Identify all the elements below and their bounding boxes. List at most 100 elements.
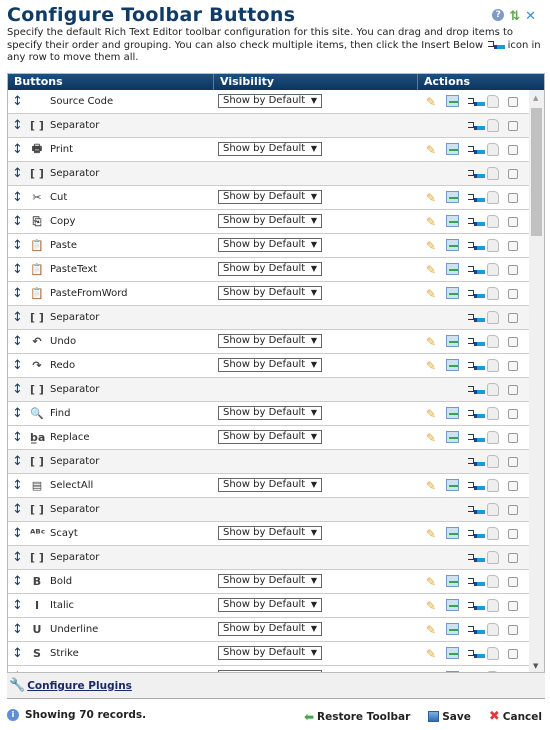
drag-handle-icon[interactable]: ↕ [12,550,23,565]
insert-below-icon[interactable] [466,193,485,203]
delete-icon[interactable] [487,551,499,564]
edit-icon[interactable]: ✎ [426,95,436,109]
scroll-up-icon[interactable]: ▲ [533,94,538,102]
drag-handle-icon[interactable]: ↕ [12,334,23,349]
visibility-select[interactable]: Show by Default ▼ [218,358,322,372]
insert-above-icon[interactable] [446,623,459,635]
insert-above-icon[interactable] [446,263,459,275]
table-row[interactable]: ↕ [ ] Separator [8,162,530,186]
drag-handle-icon[interactable]: ↕ [12,166,23,181]
visibility-select[interactable]: Show by Default ▼ [218,238,322,252]
drag-handle-icon[interactable]: ↕ [12,382,23,397]
insert-above-icon[interactable] [446,191,459,203]
insert-above-icon[interactable] [446,527,459,539]
visibility-select[interactable]: Show by Default ▼ [218,142,322,156]
insert-below-icon[interactable] [466,361,485,371]
drag-handle-icon[interactable]: ↕ [12,622,23,637]
insert-above-icon[interactable] [446,575,459,587]
insert-below-icon[interactable] [466,121,485,131]
drag-handle-icon[interactable]: ↕ [12,262,23,277]
table-row[interactable]: ↕ [ ] Separator [8,546,530,570]
visibility-select[interactable]: Show by Default ▼ [218,286,322,300]
scrollbar[interactable]: ▲ ▼ [529,90,544,672]
drag-handle-icon[interactable]: ↕ [12,502,23,517]
delete-icon[interactable] [487,599,499,612]
refresh-icon[interactable]: ⇅ [509,9,520,24]
edit-icon[interactable]: ✎ [426,479,436,493]
visibility-select[interactable]: Show by Default ▼ [218,598,322,612]
insert-below-icon[interactable] [466,145,485,155]
row-checkbox[interactable] [508,121,518,131]
edit-icon[interactable]: ✎ [426,239,436,253]
edit-icon[interactable]: ✎ [426,143,436,157]
drag-handle-icon[interactable]: ↕ [12,574,23,589]
visibility-select[interactable]: Show by Default ▼ [218,526,322,540]
scrollbar-thumb[interactable] [531,108,542,236]
table-row[interactable]: ↕ ▼✎ [8,666,530,672]
insert-below-icon[interactable] [466,241,485,251]
restore-toolbar-button[interactable]: ⬅ Restore Toolbar [304,709,410,724]
table-row[interactable]: ↕ U Underline Show by Default ▼ ✎ [8,618,530,642]
drag-handle-icon[interactable]: ↕ [12,598,23,613]
insert-below-icon[interactable] [466,313,485,323]
drag-handle-icon[interactable]: ↕ [12,238,23,253]
insert-below-icon[interactable] [466,553,485,563]
drag-handle-icon[interactable]: ↕ [12,142,23,157]
delete-icon[interactable] [487,503,499,516]
table-row[interactable]: ↕ 📋 PasteFromWord Show by Default ▼ ✎ [8,282,530,306]
delete-icon[interactable] [487,359,499,372]
drag-handle-icon[interactable]: ↕ [12,478,23,493]
edit-icon[interactable]: ✎ [426,287,436,301]
table-row[interactable]: ↕ B Bold Show by Default ▼ ✎ [8,570,530,594]
delete-icon[interactable] [487,479,499,492]
table-row[interactable]: ↕ ▤ SelectAll Show by Default ▼ ✎ [8,474,530,498]
delete-icon[interactable] [487,119,499,132]
delete-icon[interactable] [487,191,499,204]
insert-below-icon[interactable] [466,625,485,635]
edit-icon[interactable]: ✎ [426,527,436,541]
insert-below-icon[interactable] [466,457,485,467]
delete-icon[interactable] [487,623,499,636]
delete-icon[interactable] [487,239,499,252]
drag-handle-icon[interactable]: ↕ [12,310,23,325]
edit-icon[interactable]: ✎ [426,191,436,205]
row-checkbox[interactable] [508,145,518,155]
table-row[interactable]: ↕ [ ] Separator [8,378,530,402]
insert-above-icon[interactable] [446,287,459,299]
row-checkbox[interactable] [508,457,518,467]
drag-handle-icon[interactable]: ↕ [12,94,23,109]
delete-icon[interactable] [487,455,499,468]
insert-above-icon[interactable] [446,95,459,107]
delete-icon[interactable] [487,383,499,396]
row-checkbox[interactable] [508,241,518,251]
row-checkbox[interactable] [508,553,518,563]
insert-below-icon[interactable] [466,505,485,515]
delete-icon[interactable] [487,407,499,420]
visibility-select[interactable]: Show by Default ▼ [218,94,322,108]
table-row[interactable]: ↕ Source Code Show by Default ▼ ✎ [8,90,530,114]
drag-handle-icon[interactable]: ↕ [12,358,23,373]
insert-above-icon[interactable] [446,431,459,443]
insert-below-icon[interactable] [466,169,485,179]
insert-below-icon[interactable] [466,577,485,587]
insert-above-icon[interactable] [446,647,459,659]
delete-icon[interactable] [487,335,499,348]
visibility-select[interactable]: Show by Default ▼ [218,214,322,228]
delete-icon[interactable] [487,431,499,444]
row-checkbox[interactable] [508,529,518,539]
edit-icon[interactable]: ✎ [426,263,436,277]
edit-icon[interactable]: ✎ [426,335,436,349]
edit-icon[interactable]: ✎ [426,647,436,661]
visibility-select[interactable]: Show by Default ▼ [218,190,322,204]
row-checkbox[interactable] [508,649,518,659]
delete-icon[interactable] [487,527,499,540]
delete-icon[interactable] [487,311,499,324]
visibility-select[interactable]: Show by Default ▼ [218,430,322,444]
delete-icon[interactable] [487,287,499,300]
row-checkbox[interactable] [508,433,518,443]
row-checkbox[interactable] [508,97,518,107]
delete-icon[interactable] [487,167,499,180]
table-row[interactable]: ↕ [ ] Separator [8,306,530,330]
row-checkbox[interactable] [508,361,518,371]
delete-icon[interactable] [487,95,499,108]
